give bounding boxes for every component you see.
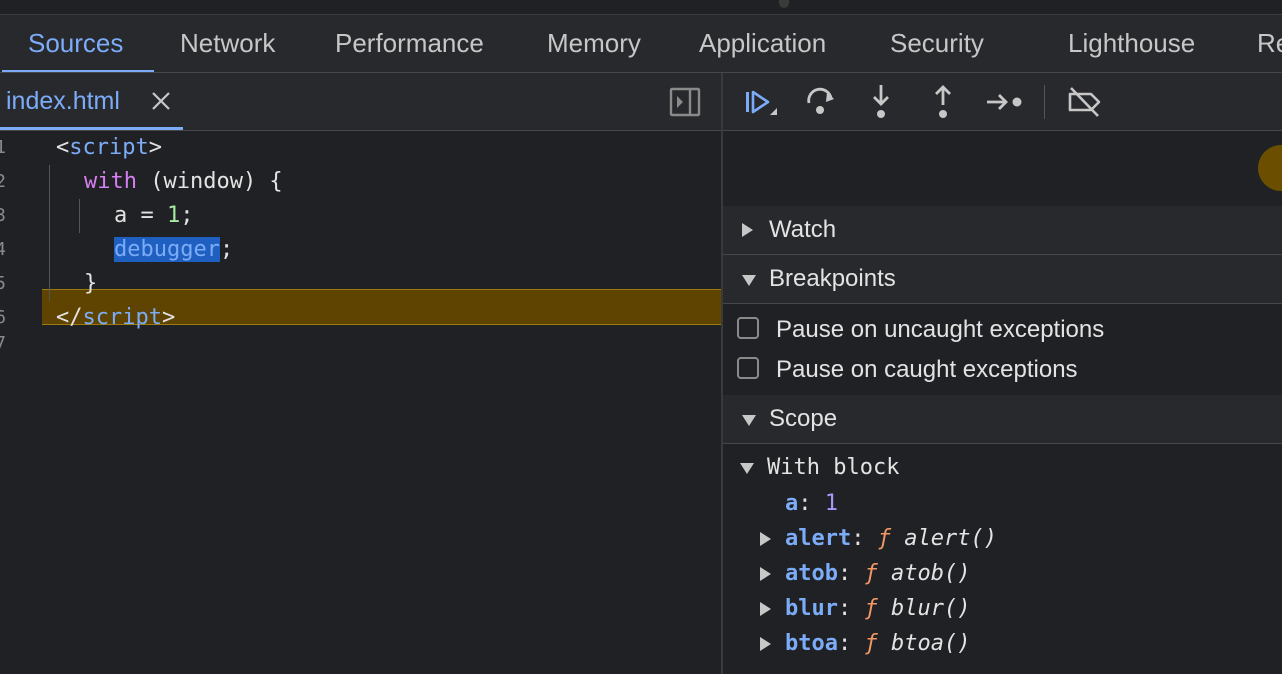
code-line-2: with (window) { bbox=[84, 165, 283, 199]
editor-file-tabs: index.html bbox=[0, 73, 721, 131]
code-token: > bbox=[148, 135, 162, 160]
file-tab-label[interactable]: index.html bbox=[6, 73, 120, 130]
code-line-1: <script> bbox=[56, 131, 162, 165]
function-marker: ƒ bbox=[877, 526, 891, 551]
resume-icon[interactable] bbox=[741, 83, 781, 121]
code-token: ; bbox=[180, 203, 194, 228]
code-editor[interactable]: 1 2 3 4 5 6 7 <script> with (window) { a… bbox=[0, 131, 721, 674]
code-token: (window) { bbox=[136, 169, 283, 194]
step-icon[interactable] bbox=[985, 83, 1025, 121]
tab-recorder[interactable]: Re bbox=[1257, 15, 1282, 72]
breakpoints-title: Breakpoints bbox=[769, 265, 896, 292]
function-marker: ƒ bbox=[864, 631, 878, 656]
breakpoints-section-header[interactable]: Breakpoints bbox=[723, 255, 1282, 304]
code-token: ; bbox=[219, 237, 234, 262]
code-token: 1 bbox=[166, 203, 181, 228]
tab-performance[interactable]: Performance bbox=[335, 15, 484, 72]
pause-caught-label[interactable]: Pause on caught exceptions bbox=[776, 350, 1078, 390]
pause-caught-option[interactable]: Pause on caught exceptions bbox=[723, 350, 1282, 390]
function-signature: blur() bbox=[890, 596, 971, 621]
pause-uncaught-option[interactable]: Pause on uncaught exceptions bbox=[723, 310, 1282, 350]
tab-application[interactable]: Application bbox=[699, 15, 826, 72]
code-token: > bbox=[161, 305, 176, 330]
active-file-indicator bbox=[0, 127, 183, 130]
with-block-label: With block bbox=[767, 455, 900, 480]
tree-item-a[interactable]: a: 1 bbox=[723, 486, 1282, 521]
function-signature: btoa() bbox=[890, 631, 971, 656]
line-number[interactable]: 1 bbox=[0, 137, 6, 158]
function-marker: ƒ bbox=[864, 561, 878, 586]
line-number[interactable]: 5 bbox=[0, 273, 6, 294]
tab-memory[interactable]: Memory bbox=[547, 15, 641, 72]
collapse-arrow-icon bbox=[742, 275, 756, 286]
watch-title: Watch bbox=[769, 216, 837, 243]
property-name: blur bbox=[785, 596, 838, 621]
property-name: btoa bbox=[785, 631, 838, 656]
line-number[interactable]: 3 bbox=[0, 205, 6, 226]
step-out-icon[interactable] bbox=[923, 83, 963, 121]
expand-arrow-icon bbox=[760, 532, 771, 546]
line-number[interactable]: 4 bbox=[0, 239, 6, 260]
line-number[interactable]: 6 bbox=[0, 307, 6, 328]
expand-arrow-icon bbox=[760, 637, 771, 651]
tree-item-with-block[interactable]: With block bbox=[723, 450, 1282, 485]
selected-token[interactable]: debugger bbox=[114, 237, 220, 262]
paused-status-area bbox=[723, 131, 1282, 205]
property-name: atob bbox=[785, 561, 838, 586]
pause-uncaught-label[interactable]: Pause on uncaught exceptions bbox=[776, 310, 1104, 350]
deactivate-breakpoints-icon[interactable] bbox=[1065, 83, 1105, 121]
collapse-arrow-icon bbox=[740, 463, 754, 474]
tree-item-alert[interactable]: alert: ƒ alert() bbox=[723, 521, 1282, 556]
property-value: 1 bbox=[824, 491, 838, 516]
paused-badge bbox=[1258, 145, 1282, 191]
tree-item-atob[interactable]: atob: ƒ atob() bbox=[723, 556, 1282, 591]
tab-sources[interactable]: Sources bbox=[28, 15, 123, 72]
expand-arrow-icon bbox=[760, 567, 771, 581]
close-icon[interactable] bbox=[148, 87, 174, 115]
step-into-icon[interactable] bbox=[861, 83, 901, 121]
window-top-strip bbox=[0, 0, 1282, 15]
indent-guide bbox=[79, 199, 80, 233]
code-token: with bbox=[84, 169, 137, 194]
code-token: a = bbox=[114, 203, 167, 228]
code-token: script bbox=[69, 135, 149, 160]
tab-lighthouse[interactable]: Lighthouse bbox=[1068, 15, 1195, 72]
collapse-arrow-icon bbox=[742, 415, 756, 426]
step-over-icon[interactable] bbox=[801, 83, 841, 121]
scope-title: Scope bbox=[769, 405, 838, 432]
code-line-4: debugger; bbox=[114, 233, 233, 267]
property-name: a bbox=[785, 491, 799, 516]
code-line-3: a = 1; bbox=[114, 199, 193, 233]
expand-arrow-icon bbox=[742, 223, 753, 237]
function-signature: atob() bbox=[890, 561, 971, 586]
debugger-sidebar: Watch Breakpoints Pause on uncaught exce… bbox=[723, 73, 1282, 674]
code-token: script bbox=[82, 305, 162, 330]
scope-section-header[interactable]: Scope bbox=[723, 395, 1282, 444]
pause-caught-checkbox[interactable] bbox=[737, 357, 759, 379]
line-number[interactable]: 7 bbox=[0, 333, 6, 354]
pause-uncaught-checkbox[interactable] bbox=[737, 317, 759, 339]
file-tab-index-html[interactable]: index.html bbox=[0, 73, 183, 130]
tab-network[interactable]: Network bbox=[180, 15, 275, 72]
watch-section-header[interactable]: Watch bbox=[723, 206, 1282, 255]
code-line-5: } bbox=[84, 267, 97, 301]
toggle-sidebar-icon[interactable] bbox=[668, 86, 702, 118]
code-token: < bbox=[56, 135, 70, 160]
tree-item-blur[interactable]: blur: ƒ blur() bbox=[723, 591, 1282, 626]
panel-tab-bar: Sources Network Performance Memory Appli… bbox=[0, 15, 1282, 73]
function-signature: alert() bbox=[904, 526, 997, 551]
debugger-toolbar bbox=[723, 73, 1282, 131]
line-number[interactable]: 2 bbox=[0, 171, 6, 192]
editor-panel: index.html 1 2 3 4 5 6 7 <script> with (… bbox=[0, 73, 721, 674]
property-name: alert bbox=[785, 526, 852, 551]
code-token: } bbox=[84, 271, 98, 296]
code-token: </ bbox=[56, 305, 83, 330]
indent-guide bbox=[49, 165, 50, 301]
expand-arrow-icon bbox=[760, 602, 771, 616]
function-marker: ƒ bbox=[864, 596, 878, 621]
tab-security[interactable]: Security bbox=[890, 15, 984, 72]
code-line-6: </script> bbox=[56, 301, 175, 335]
toolbar-separator bbox=[1044, 85, 1045, 119]
tree-item-btoa[interactable]: btoa: ƒ btoa() bbox=[723, 626, 1282, 661]
